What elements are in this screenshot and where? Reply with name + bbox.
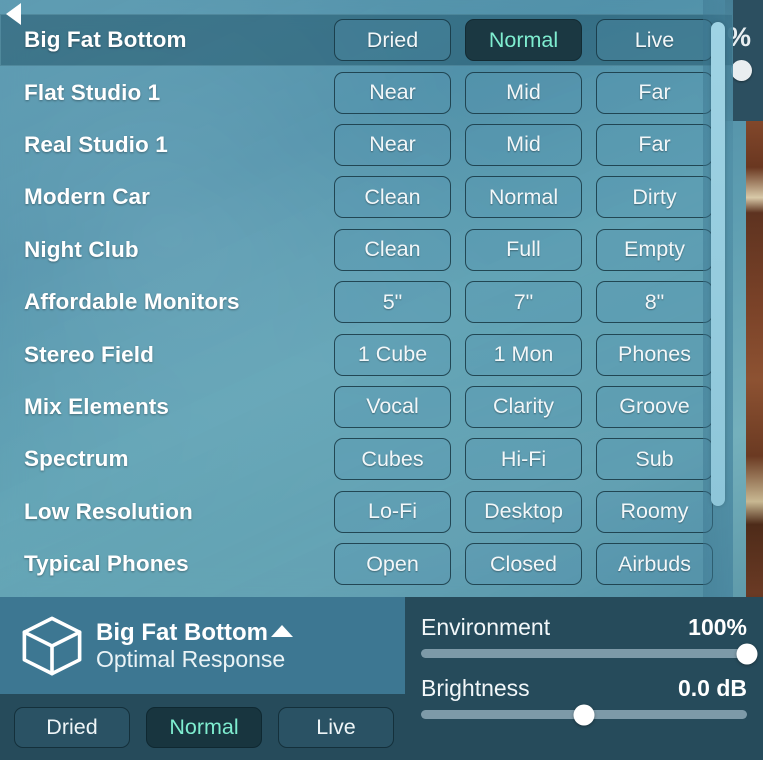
current-preset-header[interactable]: Big Fat Bottom Optimal Response — [0, 597, 405, 694]
preset-option-button[interactable]: 8" — [596, 281, 713, 324]
preset-row[interactable]: Flat Studio 1 Near Mid Far — [0, 66, 733, 118]
preset-option-button[interactable]: Groove — [596, 385, 713, 428]
app-root: % Big Fat Bottom Dried Normal Live Flat Stud… — [0, 0, 763, 760]
slider-label: Brightness — [421, 675, 530, 701]
footer-variant-button[interactable]: Live — [278, 707, 394, 748]
preset-row-label: Affordable Monitors — [24, 289, 240, 315]
preset-option-button[interactable]: Normal — [465, 176, 582, 219]
slider-value: 100% — [688, 614, 747, 640]
slider-value: 0.0 dB — [677, 675, 747, 701]
preset-option-button[interactable]: Roomy — [596, 490, 713, 533]
slider-track[interactable] — [421, 704, 747, 725]
cube-icon — [22, 616, 82, 675]
preset-option-button[interactable]: Airbuds — [596, 543, 713, 586]
preset-list-panel: Big Fat Bottom Dried Normal Live Flat Studio… — [0, 0, 733, 597]
preset-option-group: 1 Cube 1 Mon Phones — [334, 333, 713, 376]
preset-option-button[interactable]: Lo-Fi — [334, 490, 451, 533]
preset-row-label: Flat Studio 1 — [24, 79, 161, 105]
preset-option-button[interactable]: Clarity — [465, 385, 582, 428]
preset-option-button[interactable]: Cubes — [334, 438, 451, 481]
preset-option-group: Dried Normal Live — [334, 19, 713, 62]
preset-row-label: Spectrum — [24, 446, 129, 472]
preset-option-button[interactable]: Sub — [596, 438, 713, 481]
preset-option-button[interactable]: Near — [334, 123, 451, 166]
preset-option-group: Lo-Fi Desktop Roomy — [334, 490, 713, 533]
preset-option-button[interactable]: Dried — [334, 19, 451, 62]
preset-option-button[interactable]: Desktop — [465, 490, 582, 533]
preset-list-scrollbar[interactable] — [703, 0, 733, 597]
preset-option-button[interactable]: Full — [465, 228, 582, 271]
preset-row[interactable]: Big Fat Bottom Dried Normal Live — [0, 14, 733, 67]
preset-row[interactable]: Modern Car Clean Normal Dirty — [0, 171, 733, 223]
preset-option-button[interactable]: Phones — [596, 333, 713, 376]
slider-thumb[interactable] — [573, 704, 595, 725]
preset-option-button[interactable]: Far — [596, 71, 713, 114]
preset-option-button[interactable]: Normal — [465, 19, 582, 62]
preset-row-label: Mix Elements — [24, 393, 169, 419]
preset-option-button[interactable]: 1 Cube — [334, 333, 451, 376]
preset-list-scroll-area[interactable]: Big Fat Bottom Dried Normal Live Flat Studio… — [0, 0, 733, 597]
preset-option-button[interactable]: Hi-Fi — [465, 438, 582, 481]
preset-row[interactable]: Typical Phones Open Closed Airbuds — [0, 538, 733, 590]
slider-label: Environment — [421, 614, 551, 640]
preset-option-button[interactable]: Mid — [465, 71, 582, 114]
slider-block: Brightness 0.0 dB — [421, 675, 747, 725]
preset-option-button[interactable]: Near — [334, 71, 451, 114]
current-preset-title: Big Fat Bottom — [96, 618, 268, 646]
preset-option-button[interactable]: Far — [596, 123, 713, 166]
preset-row-label: Low Resolution — [24, 498, 193, 524]
preset-option-button[interactable]: Clean — [334, 176, 451, 219]
preset-row[interactable]: Mix Elements Vocal Clarity Groove — [0, 381, 733, 433]
preset-row[interactable]: Spectrum Cubes Hi-Fi Sub — [0, 433, 733, 485]
preset-option-button[interactable]: Vocal — [334, 385, 451, 428]
footer-variant-button-row: Dried Normal Live — [0, 694, 405, 748]
preset-option-button[interactable]: Closed — [465, 543, 582, 586]
preset-row-label: Stereo Field — [24, 341, 154, 367]
preset-row[interactable]: Real Studio 1 Near Mid Far — [0, 119, 733, 171]
preset-option-group: Near Mid Far — [334, 123, 713, 166]
preset-option-button[interactable]: Dirty — [596, 176, 713, 219]
background-slider-knob[interactable] — [731, 60, 752, 81]
scroll-up-arrow-icon[interactable] — [6, 3, 21, 25]
preset-option-group: 5" 7" 8" — [334, 281, 713, 324]
preset-option-button[interactable]: Open — [334, 543, 451, 586]
current-preset-subtitle: Optimal Response — [96, 645, 286, 672]
chevron-up-icon[interactable] — [270, 624, 293, 637]
preset-row[interactable]: Affordable Monitors 5" 7" 8" — [0, 276, 733, 328]
slider-block: Environment 100% — [421, 614, 758, 664]
preset-option-group: Cubes Hi-Fi Sub — [334, 438, 713, 481]
preset-option-group: Near Mid Far — [334, 71, 713, 114]
slider-thumb[interactable] — [736, 643, 758, 664]
footer-preset-panel: Big Fat Bottom Optimal Response Dried Nor… — [0, 597, 405, 760]
preset-row-label: Real Studio 1 — [24, 131, 168, 157]
preset-option-group: Vocal Clarity Groove — [334, 385, 713, 428]
preset-option-button[interactable]: Live — [596, 19, 713, 62]
footer-variant-button[interactable]: Normal — [146, 707, 262, 748]
preset-row[interactable]: Night Club Clean Full Empty — [0, 224, 733, 276]
preset-option-button[interactable]: Empty — [596, 228, 713, 271]
preset-row[interactable]: Stereo Field 1 Cube 1 Mon Phones — [0, 328, 733, 380]
preset-option-group: Open Closed Airbuds — [334, 543, 713, 586]
preset-row-label: Night Club — [24, 236, 139, 262]
slider-label-row: Environment 100% — [421, 614, 747, 641]
preset-option-button[interactable]: 7" — [465, 281, 582, 324]
preset-option-button[interactable]: Mid — [465, 123, 582, 166]
slider-label-row: Brightness 0.0 dB — [421, 675, 747, 702]
preset-row-label: Modern Car — [24, 184, 151, 210]
preset-row-label: Big Fat Bottom — [24, 27, 187, 53]
preset-option-button[interactable]: 1 Mon — [465, 333, 582, 376]
slider-track[interactable] — [421, 643, 758, 664]
footer-slider-panel: Environment 100% Brightness 0.0 dB — [405, 597, 763, 760]
preset-option-button[interactable]: 5" — [334, 281, 451, 324]
scrollbar-thumb[interactable] — [711, 22, 725, 506]
preset-option-button[interactable]: Clean — [334, 228, 451, 271]
preset-option-group: Clean Normal Dirty — [334, 176, 713, 219]
preset-option-group: Clean Full Empty — [334, 228, 713, 271]
preset-row[interactable]: Low Resolution Lo-Fi Desktop Roomy — [0, 486, 733, 538]
footer-variant-button[interactable]: Dried — [14, 707, 130, 748]
preset-row-label: Typical Phones — [24, 551, 189, 577]
